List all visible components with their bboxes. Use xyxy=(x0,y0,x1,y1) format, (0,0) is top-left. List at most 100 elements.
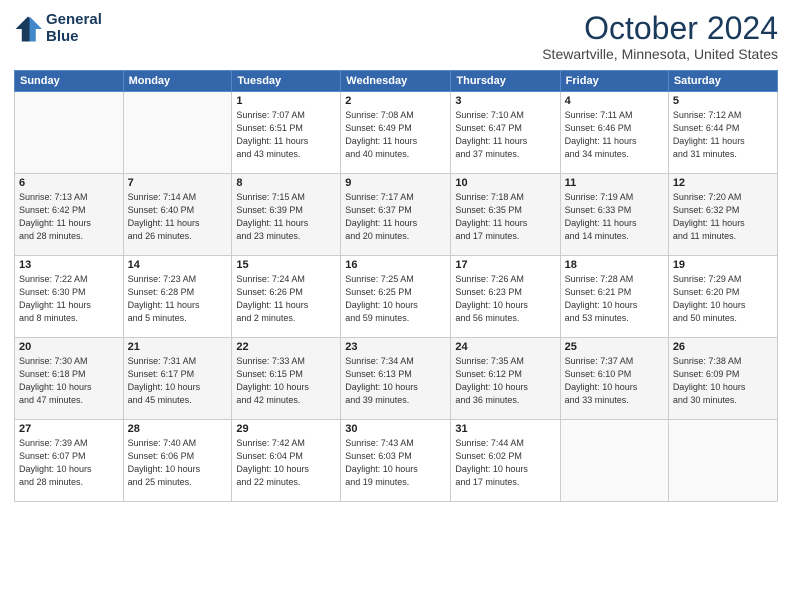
day-number: 18 xyxy=(565,259,664,271)
calendar-day-cell xyxy=(15,92,124,174)
calendar-day-cell: 1 Sunrise: 7:07 AM Sunset: 6:51 PM Daylig… xyxy=(232,92,341,174)
calendar-day-cell: 5 Sunrise: 7:12 AM Sunset: 6:44 PM Daylig… xyxy=(668,92,777,174)
calendar-day-cell: 19Sunrise: 7:29 AM Sunset: 6:20 PM Dayli… xyxy=(668,256,777,338)
day-number: 16 xyxy=(345,259,446,271)
weekday-header: Saturday xyxy=(668,71,777,92)
day-info: Sunrise: 7:43 AM Sunset: 6:03 PM Dayligh… xyxy=(345,437,446,489)
calendar: SundayMondayTuesdayWednesdayThursdayFrid… xyxy=(14,70,778,502)
day-info: Sunrise: 7:22 AM Sunset: 6:30 PM Dayligh… xyxy=(19,273,119,325)
day-number: 11 xyxy=(565,177,664,189)
day-info: Sunrise: 7:15 AM Sunset: 6:39 PM Dayligh… xyxy=(236,191,336,243)
calendar-day-cell xyxy=(668,420,777,502)
day-number: 3 xyxy=(455,95,555,107)
day-number: 6 xyxy=(19,177,119,189)
day-info: Sunrise: 7:37 AM Sunset: 6:10 PM Dayligh… xyxy=(565,355,664,407)
day-info: Sunrise: 7:30 AM Sunset: 6:18 PM Dayligh… xyxy=(19,355,119,407)
day-info: Sunrise: 7:40 AM Sunset: 6:06 PM Dayligh… xyxy=(128,437,228,489)
weekday-header: Thursday xyxy=(451,71,560,92)
day-number: 28 xyxy=(128,423,228,435)
day-info: Sunrise: 7:28 AM Sunset: 6:21 PM Dayligh… xyxy=(565,273,664,325)
header: General Blue October 2024 Stewartville, … xyxy=(14,12,778,62)
calendar-day-cell: 8Sunrise: 7:15 AM Sunset: 6:39 PM Daylig… xyxy=(232,174,341,256)
day-number: 31 xyxy=(455,423,555,435)
day-info: Sunrise: 7:07 AM Sunset: 6:51 PM Dayligh… xyxy=(236,109,336,161)
day-number: 17 xyxy=(455,259,555,271)
day-info: Sunrise: 7:13 AM Sunset: 6:42 PM Dayligh… xyxy=(19,191,119,243)
day-number: 1 xyxy=(236,95,336,107)
day-number: 4 xyxy=(565,95,664,107)
logo-text: General Blue xyxy=(46,12,102,45)
day-number: 23 xyxy=(345,341,446,353)
calendar-day-cell: 16 Sunrise: 7:25 AM Sunset: 6:25 PM Dayli… xyxy=(341,256,451,338)
calendar-day-cell: 26 Sunrise: 7:38 AM Sunset: 6:09 PM Dayli… xyxy=(668,338,777,420)
calendar-day-cell: 15Sunrise: 7:24 AM Sunset: 6:26 PM Dayli… xyxy=(232,256,341,338)
day-number: 5 xyxy=(673,95,773,107)
calendar-day-cell: 17Sunrise: 7:26 AM Sunset: 6:23 PM Dayli… xyxy=(451,256,560,338)
day-number: 14 xyxy=(128,259,228,271)
calendar-day-cell xyxy=(123,92,232,174)
logo: General Blue xyxy=(14,12,102,45)
weekday-header: Sunday xyxy=(15,71,124,92)
calendar-day-cell: 9 Sunrise: 7:17 AM Sunset: 6:37 PM Daylig… xyxy=(341,174,451,256)
month-title: October 2024 xyxy=(542,12,778,44)
calendar-day-cell: 27 Sunrise: 7:39 AM Sunset: 6:07 PM Dayli… xyxy=(15,420,124,502)
day-info: Sunrise: 7:14 AM Sunset: 6:40 PM Dayligh… xyxy=(128,191,228,243)
logo-line2: Blue xyxy=(46,28,79,45)
day-number: 22 xyxy=(236,341,336,353)
day-info: Sunrise: 7:31 AM Sunset: 6:17 PM Dayligh… xyxy=(128,355,228,407)
page: General Blue October 2024 Stewartville, … xyxy=(0,0,792,612)
day-info: Sunrise: 7:33 AM Sunset: 6:15 PM Dayligh… xyxy=(236,355,336,407)
calendar-day-cell: 21 Sunrise: 7:31 AM Sunset: 6:17 PM Dayli… xyxy=(123,338,232,420)
calendar-day-cell: 13 Sunrise: 7:22 AM Sunset: 6:30 PM Dayli… xyxy=(15,256,124,338)
calendar-day-cell: 25Sunrise: 7:37 AM Sunset: 6:10 PM Dayli… xyxy=(560,338,668,420)
calendar-day-cell: 6 Sunrise: 7:13 AM Sunset: 6:42 PM Daylig… xyxy=(15,174,124,256)
day-number: 26 xyxy=(673,341,773,353)
day-info: Sunrise: 7:38 AM Sunset: 6:09 PM Dayligh… xyxy=(673,355,773,407)
calendar-day-cell: 14 Sunrise: 7:23 AM Sunset: 6:28 PM Dayli… xyxy=(123,256,232,338)
day-info: Sunrise: 7:18 AM Sunset: 6:35 PM Dayligh… xyxy=(455,191,555,243)
day-info: Sunrise: 7:42 AM Sunset: 6:04 PM Dayligh… xyxy=(236,437,336,489)
day-number: 21 xyxy=(128,341,228,353)
weekday-header: Friday xyxy=(560,71,668,92)
day-number: 30 xyxy=(345,423,446,435)
calendar-day-cell: 22 Sunrise: 7:33 AM Sunset: 6:15 PM Dayli… xyxy=(232,338,341,420)
day-info: Sunrise: 7:20 AM Sunset: 6:32 PM Dayligh… xyxy=(673,191,773,243)
day-number: 15 xyxy=(236,259,336,271)
calendar-day-cell: 20 Sunrise: 7:30 AM Sunset: 6:18 PM Dayli… xyxy=(15,338,124,420)
calendar-week-row: 20 Sunrise: 7:30 AM Sunset: 6:18 PM Dayli… xyxy=(15,338,778,420)
calendar-week-row: 6 Sunrise: 7:13 AM Sunset: 6:42 PM Daylig… xyxy=(15,174,778,256)
day-number: 20 xyxy=(19,341,119,353)
calendar-day-cell: 30 Sunrise: 7:43 AM Sunset: 6:03 PM Dayli… xyxy=(341,420,451,502)
calendar-day-cell: 29 Sunrise: 7:42 AM Sunset: 6:04 PM Dayli… xyxy=(232,420,341,502)
logo-icon xyxy=(14,15,42,43)
calendar-day-cell: 10Sunrise: 7:18 AM Sunset: 6:35 PM Dayli… xyxy=(451,174,560,256)
calendar-day-cell: 3Sunrise: 7:10 AM Sunset: 6:47 PM Daylig… xyxy=(451,92,560,174)
day-info: Sunrise: 7:29 AM Sunset: 6:20 PM Dayligh… xyxy=(673,273,773,325)
calendar-day-cell: 18 Sunrise: 7:28 AM Sunset: 6:21 PM Dayli… xyxy=(560,256,668,338)
day-info: Sunrise: 7:11 AM Sunset: 6:46 PM Dayligh… xyxy=(565,109,664,161)
calendar-day-cell: 11 Sunrise: 7:19 AM Sunset: 6:33 PM Dayli… xyxy=(560,174,668,256)
day-info: Sunrise: 7:39 AM Sunset: 6:07 PM Dayligh… xyxy=(19,437,119,489)
calendar-week-row: 13 Sunrise: 7:22 AM Sunset: 6:30 PM Dayli… xyxy=(15,256,778,338)
day-number: 27 xyxy=(19,423,119,435)
day-info: Sunrise: 7:17 AM Sunset: 6:37 PM Dayligh… xyxy=(345,191,446,243)
day-number: 9 xyxy=(345,177,446,189)
calendar-week-row: 27 Sunrise: 7:39 AM Sunset: 6:07 PM Dayli… xyxy=(15,420,778,502)
day-number: 29 xyxy=(236,423,336,435)
calendar-day-cell: 7 Sunrise: 7:14 AM Sunset: 6:40 PM Daylig… xyxy=(123,174,232,256)
day-number: 24 xyxy=(455,341,555,353)
day-number: 2 xyxy=(345,95,446,107)
day-info: Sunrise: 7:19 AM Sunset: 6:33 PM Dayligh… xyxy=(565,191,664,243)
day-info: Sunrise: 7:23 AM Sunset: 6:28 PM Dayligh… xyxy=(128,273,228,325)
day-info: Sunrise: 7:34 AM Sunset: 6:13 PM Dayligh… xyxy=(345,355,446,407)
calendar-day-cell xyxy=(560,420,668,502)
calendar-week-row: 1 Sunrise: 7:07 AM Sunset: 6:51 PM Daylig… xyxy=(15,92,778,174)
day-number: 13 xyxy=(19,259,119,271)
location: Stewartville, Minnesota, United States xyxy=(542,46,778,62)
calendar-day-cell: 23 Sunrise: 7:34 AM Sunset: 6:13 PM Dayli… xyxy=(341,338,451,420)
calendar-day-cell: 4 Sunrise: 7:11 AM Sunset: 6:46 PM Daylig… xyxy=(560,92,668,174)
day-info: Sunrise: 7:25 AM Sunset: 6:25 PM Dayligh… xyxy=(345,273,446,325)
day-info: Sunrise: 7:12 AM Sunset: 6:44 PM Dayligh… xyxy=(673,109,773,161)
day-info: Sunrise: 7:08 AM Sunset: 6:49 PM Dayligh… xyxy=(345,109,446,161)
day-number: 7 xyxy=(128,177,228,189)
